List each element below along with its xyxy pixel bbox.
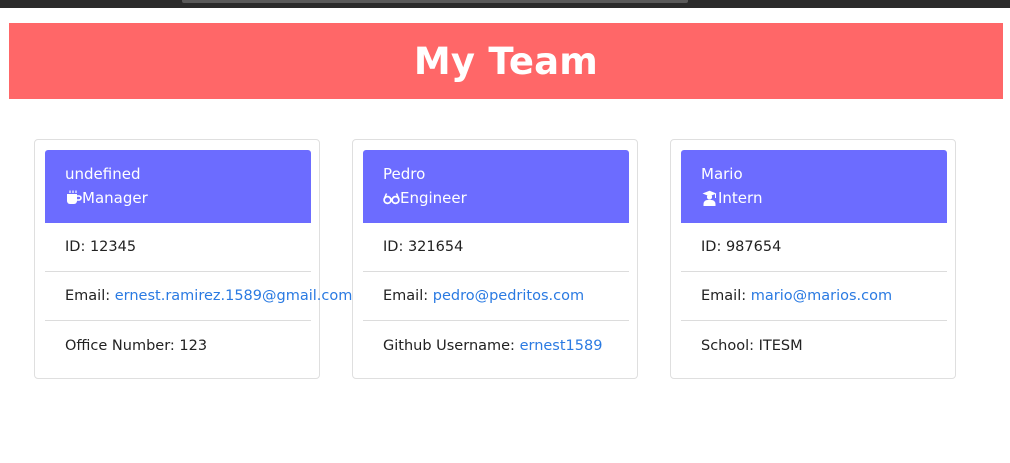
id-value: 321654: [407, 239, 464, 255]
github-row: Github Username: ernest1589: [363, 321, 629, 370]
github-label: Github Username:: [383, 337, 515, 354]
office-number-label: Office Number:: [65, 337, 175, 354]
email-label: Email:: [383, 288, 429, 304]
id-row: ID: 12345: [45, 223, 311, 272]
employee-card-engineer: Pedro Engineer ID: 321654 Email: pedro@p…: [352, 139, 638, 379]
school-row: School: ITESM: [681, 321, 947, 370]
employee-role: Intern: [701, 188, 947, 208]
school-value: ITESM: [758, 337, 803, 354]
card-header: Mario Intern: [681, 150, 947, 223]
email-label: Email:: [701, 288, 747, 304]
id-row: ID: 987654: [681, 223, 947, 272]
email-link[interactable]: ernest.ramirez.1589@gmail.com: [115, 288, 353, 304]
employee-role: Engineer: [383, 188, 629, 208]
email-row: Email: mario@marios.com: [681, 272, 947, 321]
employee-card-intern: Mario Intern ID: 987654 Email: mario@mar…: [670, 139, 956, 379]
id-value: 12345: [89, 239, 137, 255]
card-header: undefined Manager: [45, 150, 311, 223]
id-value: 987654: [725, 239, 782, 255]
card-details: ID: 321654 Email: pedro@pedritos.com Git…: [363, 223, 629, 370]
glasses-icon: [383, 190, 400, 206]
role-label: Intern: [718, 189, 763, 207]
employee-name: undefined: [65, 165, 141, 183]
card-details: ID: 12345 Email: ernest.ramirez.1589@gma…: [45, 223, 352, 370]
employee-name: Pedro: [383, 165, 426, 183]
id-label: ID:: [701, 239, 722, 255]
page-title: My Team: [413, 39, 599, 83]
office-number-row: Office Number: 123: [45, 321, 311, 370]
browser-top-bar: [0, 0, 1010, 8]
employee-role: Manager: [65, 188, 311, 208]
id-row: ID: 321654: [363, 223, 629, 272]
browser-address-strip: [182, 0, 688, 3]
email-label: Email:: [65, 288, 111, 304]
github-link[interactable]: ernest1589: [520, 338, 603, 354]
mug-icon: [65, 190, 82, 206]
email-link[interactable]: mario@marios.com: [751, 288, 892, 304]
employee-card-manager: undefined Manager ID: 12345 Email: ernes…: [34, 139, 352, 379]
id-label: ID:: [383, 239, 404, 255]
school-label: School:: [701, 337, 755, 354]
office-number-value: 123: [179, 337, 208, 354]
email-row: Email: ernest.ramirez.1589@gmail.com: [45, 272, 352, 321]
id-label: ID:: [65, 239, 86, 255]
graduate-icon: [701, 190, 718, 206]
employee-name: Mario: [701, 165, 743, 183]
email-row: Email: pedro@pedritos.com: [363, 272, 629, 321]
email-link[interactable]: pedro@pedritos.com: [433, 288, 584, 304]
role-label: Engineer: [400, 189, 467, 207]
card-header: Pedro Engineer: [363, 150, 629, 223]
page-header: My Team: [9, 23, 1003, 99]
card-details: ID: 987654 Email: mario@marios.com Schoo…: [681, 223, 947, 370]
role-label: Manager: [82, 189, 148, 207]
